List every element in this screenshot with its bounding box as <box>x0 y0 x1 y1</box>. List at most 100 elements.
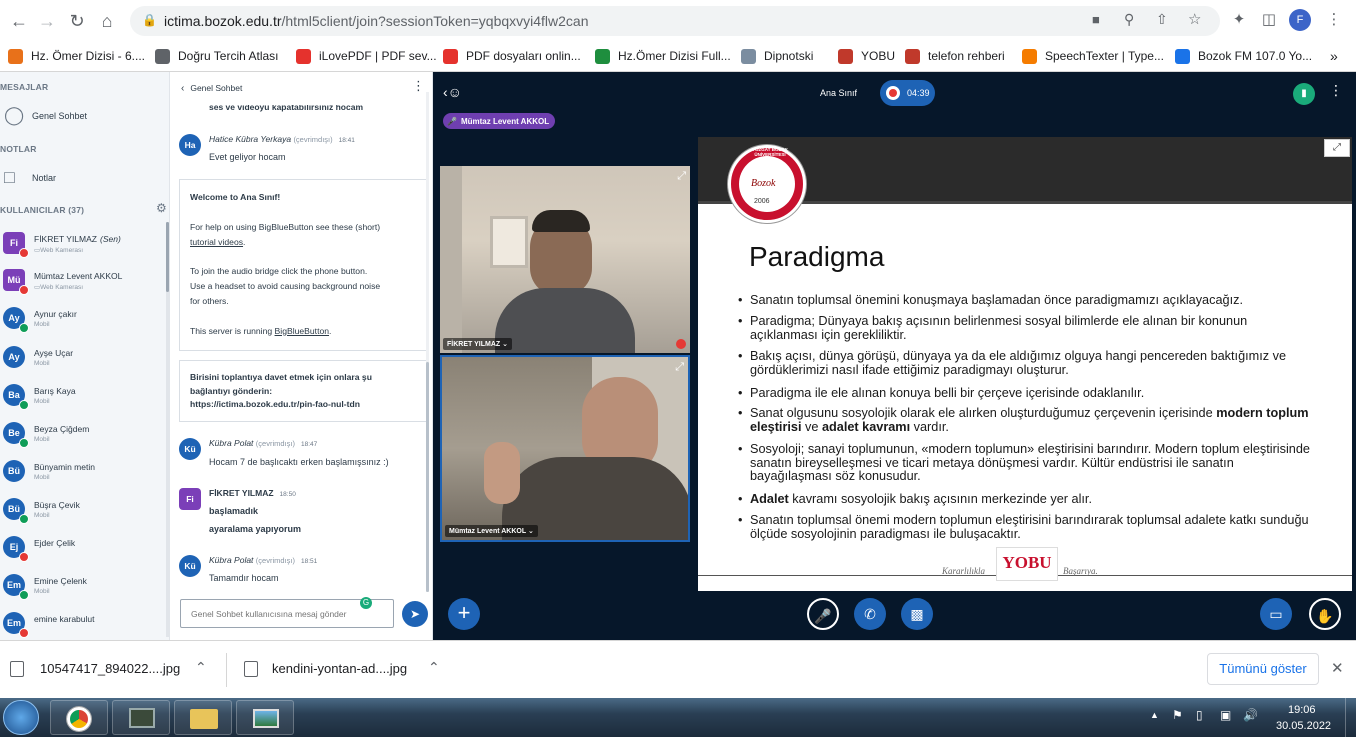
more-bookmarks-button[interactable]: » <box>1330 46 1338 66</box>
menu-dots-icon[interactable]: ⋮ <box>1322 8 1346 32</box>
user-list-item[interactable]: Fi FİKRET YILMAZ (Sen) ▭Web Kamerası <box>0 228 165 264</box>
camera-blocked-icon[interactable]: ■ <box>1092 12 1100 27</box>
bookmark-item[interactable]: Dipnotski <box>741 46 813 66</box>
downloads-bar: 10547417_894022....jpg ⌃ kendini-yontan-… <box>0 640 1356 698</box>
presentation-slide[interactable]: Bozok 2006 YOZGAT BOZOK ÜNİVERSİTESİ ⤢ P… <box>698 137 1352 591</box>
fullscreen-slide-icon[interactable]: ⤢ <box>1324 139 1350 157</box>
bookmark-star-icon[interactable]: ☆ <box>1188 10 1201 28</box>
notes-item[interactable]: □ Notlar <box>0 164 169 194</box>
toggle-user-list-icon[interactable]: ‹☺ <box>443 84 462 100</box>
slide-bullet: Sosyoloji; sanayi toplumunun, «modern to… <box>738 442 1310 484</box>
slide-bullet: Sanatın toplumsal önemi modern toplumun … <box>738 513 1310 541</box>
user-list-item[interactable]: Em Emine Çelenk Mobil <box>0 570 165 606</box>
user-list-scroll-thumb[interactable] <box>166 222 169 292</box>
start-button[interactable] <box>3 700 39 735</box>
user-list-item[interactable]: Mü Mümtaz Levent AKKOL ▭Web Kamerası <box>0 265 165 301</box>
taskbar-chrome[interactable] <box>50 700 108 735</box>
tutorial-videos-link[interactable]: tutorial videos <box>190 237 243 247</box>
user-list-item[interactable]: Ay Aynur çakır Mobil <box>0 303 165 339</box>
zoom-icon[interactable]: ⚲ <box>1124 11 1134 28</box>
wall-picture <box>490 216 528 268</box>
chat-header[interactable]: ‹ Genel Sohbet <box>181 80 242 96</box>
chat-message: Kü Kübra Polat (çevrimdışı) 18:51 Tamamdı… <box>179 555 429 587</box>
webcam-video[interactable]: FİKRET YILMAZ ⌄ ⤢ <box>440 166 690 353</box>
url-text[interactable]: ictima.bozok.edu.tr/html5client/join?ses… <box>164 13 589 29</box>
grammar-extension-icon[interactable]: G <box>360 597 372 609</box>
taskbar-monitor-app[interactable] <box>112 700 170 735</box>
bookmark-item[interactable]: iLovePDF | PDF sev... <box>296 46 437 66</box>
clock-date[interactable]: 30.05.2022 <box>1276 720 1331 732</box>
side-panel-icon[interactable]: ◫ <box>1257 8 1281 32</box>
bookmark-item[interactable]: Hz. Ömer Dizisi - 6.... <box>8 46 145 66</box>
forward-icon[interactable]: → <box>34 8 60 34</box>
show-all-downloads-button[interactable]: Tümünü göster <box>1207 653 1319 685</box>
address-bar[interactable]: 🔒 ictima.bozok.edu.tr/html5client/join?s… <box>130 6 1220 36</box>
user-list-scrollbar[interactable] <box>166 222 169 637</box>
messages-section-title: MESAJLAR <box>0 82 49 92</box>
video-name-label[interactable]: Mümtaz Levent AKKOL ⌄ <box>445 525 538 537</box>
video-name-label[interactable]: FİKRET YILMAZ ⌄ <box>443 338 512 350</box>
unmute-microphone-button[interactable]: 🎤 <box>807 598 839 630</box>
public-chat-item[interactable]: ◯ Genel Sohbet <box>0 102 169 132</box>
bookmark-item[interactable]: Hz.Ömer Dizisi Full... <box>595 46 731 66</box>
bookmark-item[interactable]: Bozok FM 107.0 Yo... <box>1175 46 1312 66</box>
options-menu-icon[interactable]: ⋮ <box>1329 82 1343 99</box>
bookmark-label: Dipnotski <box>764 49 814 63</box>
chevron-up-icon[interactable]: ⌃ <box>428 659 440 676</box>
bookmark-item[interactable]: YOBU <box>838 46 895 66</box>
invite-link[interactable]: https://ictima.bozok.edu.tr/pin-fao-nul-… <box>190 398 416 412</box>
user-options-gear-icon[interactable]: ⚙ <box>156 201 167 215</box>
user-list-item[interactable]: Bü Bünyamin metin Mobil <box>0 456 165 492</box>
chat-options-icon[interactable]: ⋮ <box>412 78 425 94</box>
chat-scrollbar[interactable] <box>426 92 429 592</box>
show-desktop-button[interactable] <box>1345 698 1356 737</box>
bookmark-item[interactable]: PDF dosyaları onlin... <box>443 46 581 66</box>
download-item-2[interactable]: kendini-yontan-ad....jpg <box>272 661 407 676</box>
share-webcam-button[interactable]: ▩ <box>901 598 933 630</box>
user-device-label: ▭Web Kamerası <box>34 247 84 254</box>
send-message-button[interactable]: ➤ <box>402 601 428 627</box>
reload-icon[interactable]: ↻ <box>64 8 90 34</box>
fullscreen-icon[interactable]: ⤢ <box>675 361 684 374</box>
user-list-item[interactable]: Ba Barış Kaya Mobil <box>0 380 165 416</box>
leave-audio-button[interactable]: ✆ <box>854 598 886 630</box>
share-icon[interactable]: ⇧ <box>1156 11 1168 28</box>
bookmark-item[interactable]: Doğru Tercih Atlası <box>155 46 279 66</box>
clock-time[interactable]: 19:06 <box>1288 704 1316 716</box>
home-icon[interactable]: ⌂ <box>94 8 120 34</box>
usb-icon[interactable]: ▯ <box>1196 708 1203 722</box>
user-list-item[interactable]: Be Beyza Çiğdem Mobil <box>0 418 165 454</box>
recording-indicator[interactable]: 04:39 <box>880 80 935 106</box>
chat-scroll-thumb[interactable] <box>426 362 429 592</box>
user-list-item[interactable]: Em emine karabulut <box>0 608 165 640</box>
show-hidden-icons[interactable]: ▲ <box>1150 710 1159 720</box>
taskbar-explorer[interactable] <box>174 700 232 735</box>
user-list-item[interactable]: Ay Ayşe Uçar Mobil <box>0 342 165 378</box>
chevron-left-icon[interactable]: ‹ <box>181 83 184 94</box>
actions-plus-button[interactable]: + <box>448 598 480 630</box>
bookmark-item[interactable]: SpeechTexter | Type... <box>1022 46 1164 66</box>
volume-icon[interactable]: 🔊 <box>1243 708 1258 722</box>
user-list-item[interactable]: Bü Büşra Çevik Mobil <box>0 494 165 530</box>
close-icon[interactable]: ✕ <box>1331 659 1344 677</box>
back-icon[interactable]: ← <box>6 8 32 34</box>
audio-listen-icon <box>19 590 29 600</box>
lock-icon: 🔒 <box>142 13 157 27</box>
chevron-up-icon[interactable]: ⌃ <box>195 659 207 676</box>
fullscreen-icon[interactable]: ⤢ <box>677 170 686 183</box>
network-icon[interactable]: ▣ <box>1220 708 1231 722</box>
raise-hand-button[interactable]: ✋ <box>1309 598 1341 630</box>
profile-avatar[interactable]: F <box>1289 9 1311 31</box>
avatar: Kü <box>179 438 201 460</box>
share-screen-button[interactable]: ▭ <box>1260 598 1292 630</box>
download-item-1[interactable]: 10547417_894022....jpg <box>40 661 180 676</box>
connection-status-icon[interactable]: ▮ <box>1293 83 1315 105</box>
bigbluebutton-link[interactable]: BigBlueButton <box>275 326 329 336</box>
action-center-icon[interactable]: ⚑ <box>1172 708 1183 722</box>
taskbar-photo-viewer[interactable] <box>236 700 294 735</box>
message-author: Kübra Polat (çevrimdışı) 18:51 <box>209 555 318 565</box>
extensions-icon[interactable]: ✦ <box>1227 8 1251 32</box>
bookmark-item[interactable]: telefon rehberi <box>905 46 1005 66</box>
webcam-video-active[interactable]: Mümtaz Levent AKKOL ⌄ ⤢ <box>440 355 690 542</box>
user-list-item[interactable]: Ej Ejder Çelik <box>0 532 165 568</box>
